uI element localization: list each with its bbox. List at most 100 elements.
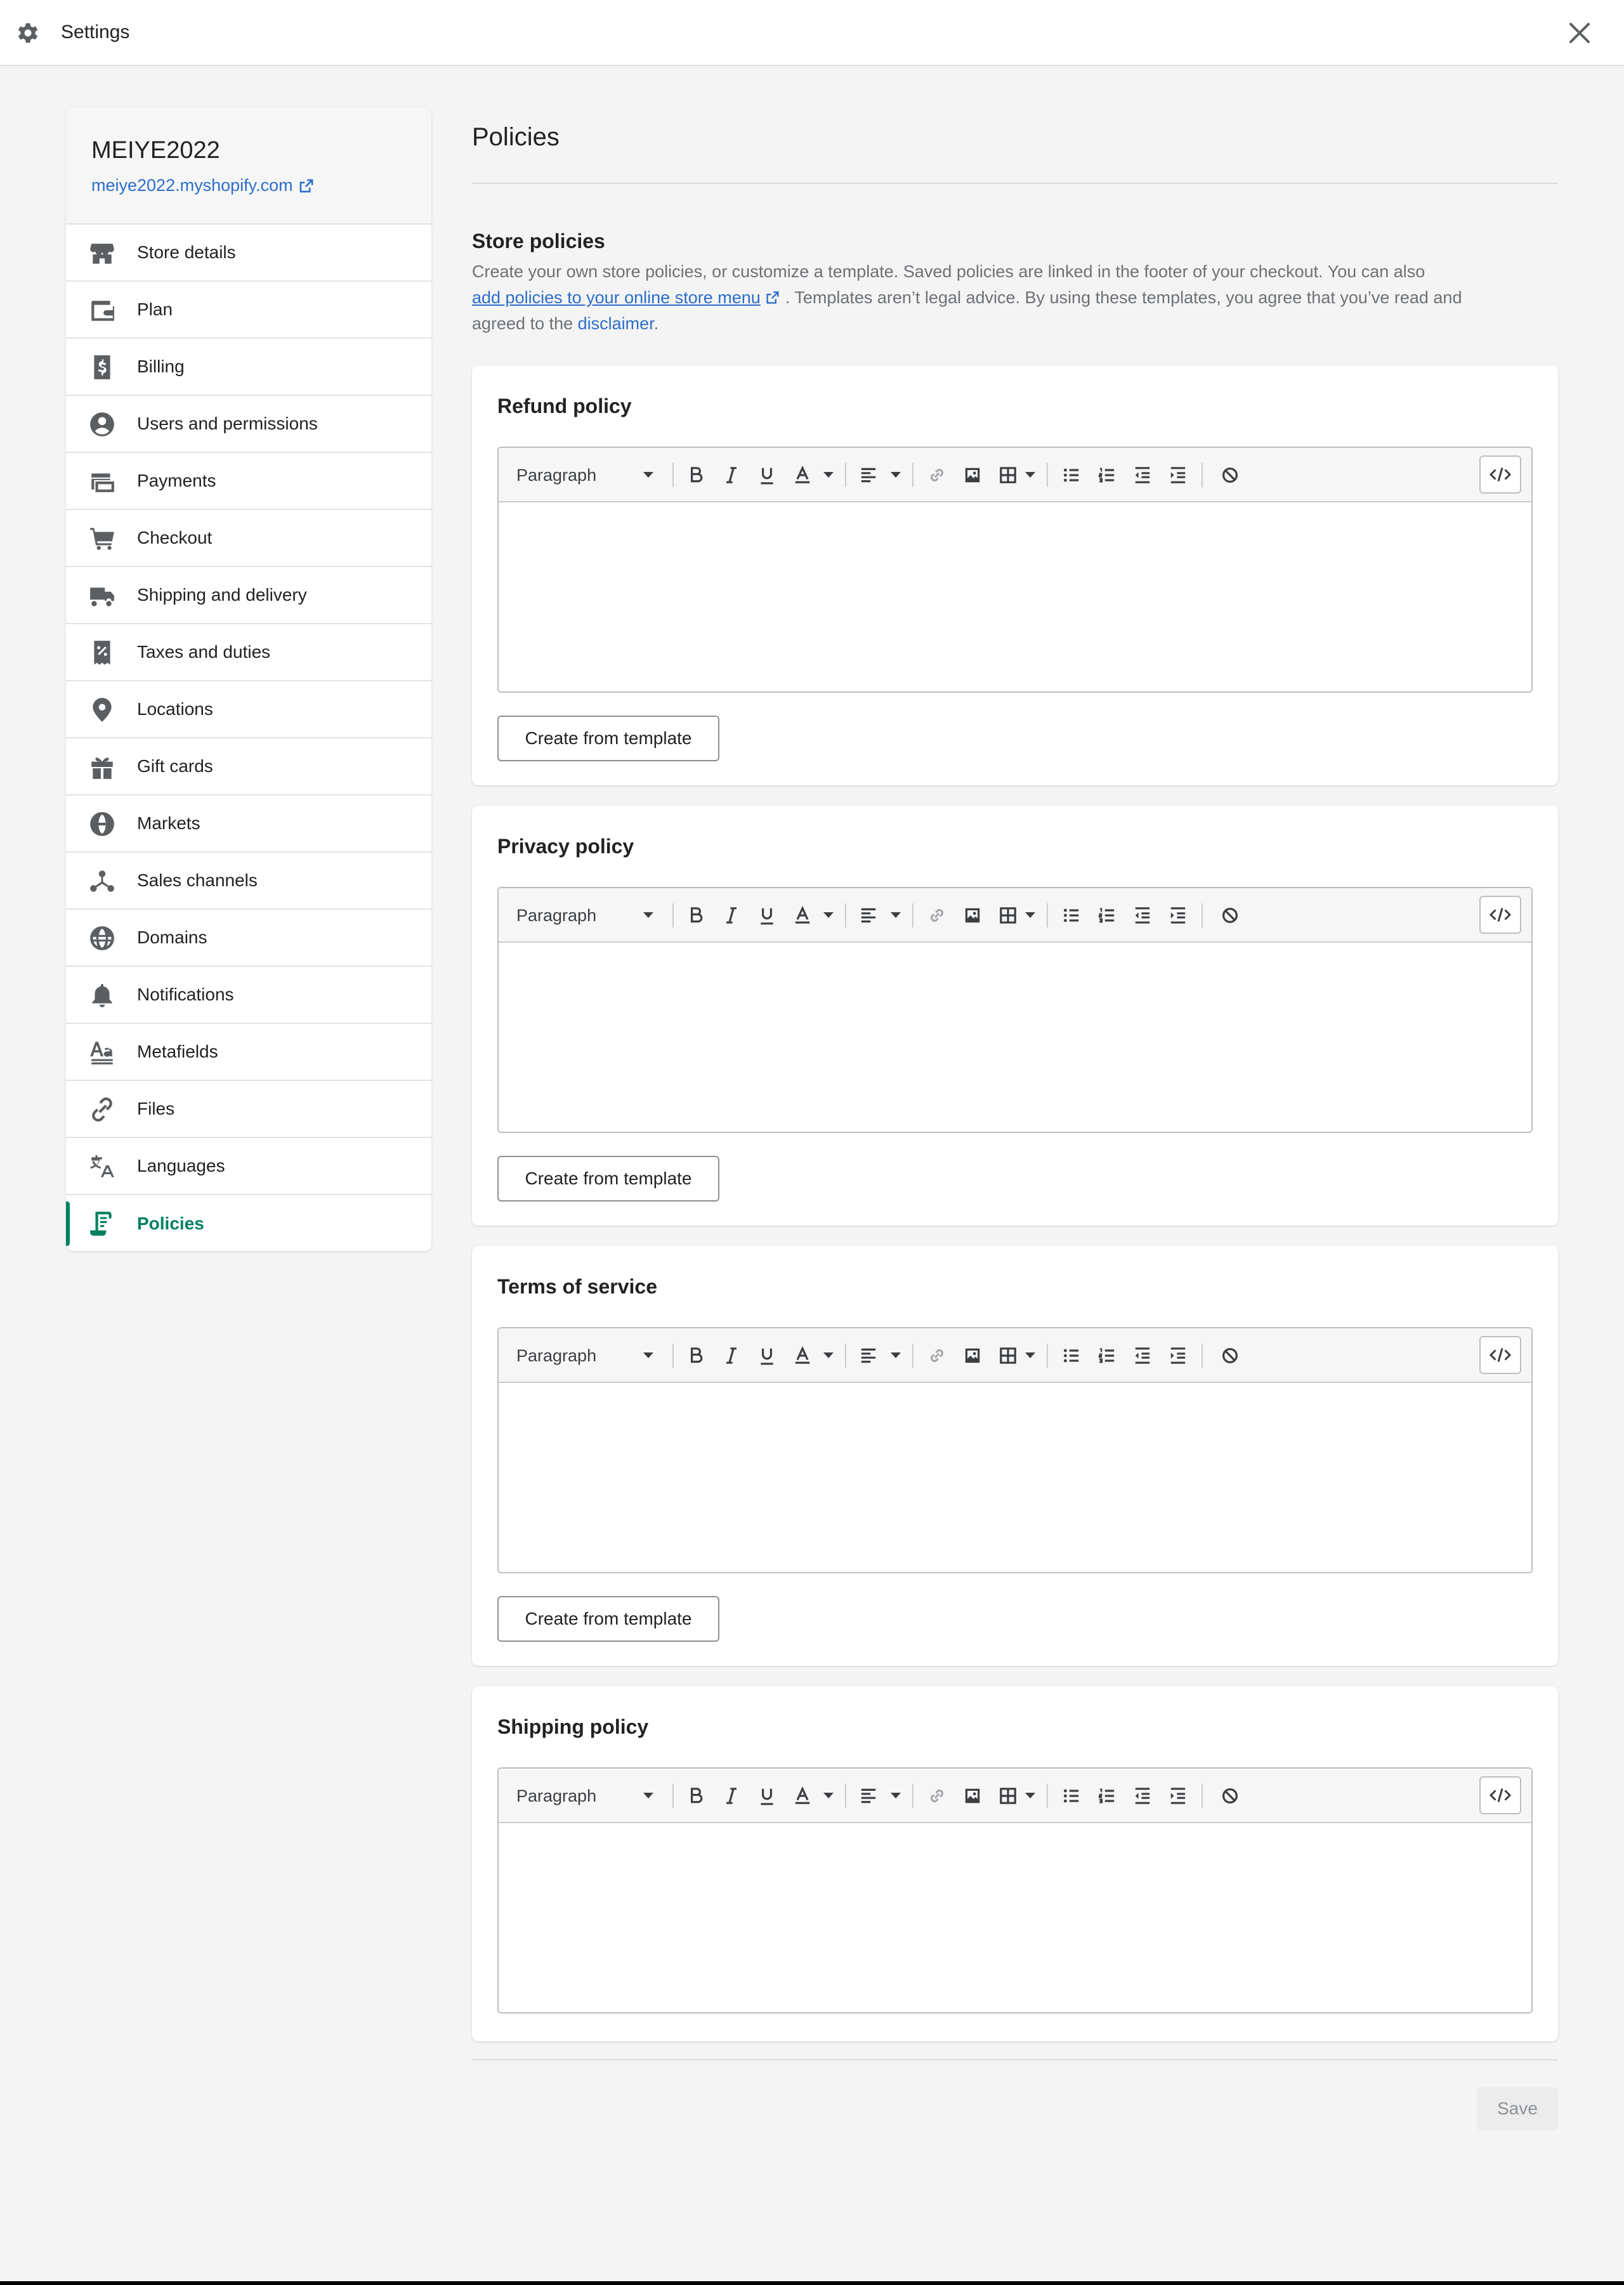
create-from-template-button[interactable]: Create from template — [497, 716, 719, 761]
disclaimer-link[interactable]: disclaimer — [578, 314, 654, 333]
bullet-list-icon[interactable] — [1057, 1341, 1086, 1370]
underline-icon[interactable] — [752, 1781, 782, 1810]
indent-icon[interactable] — [1163, 1781, 1193, 1810]
bold-icon[interactable] — [681, 901, 710, 930]
image-icon[interactable] — [958, 1781, 987, 1810]
sidebar-item-payments[interactable]: Payments — [66, 453, 431, 510]
numbered-list-icon[interactable] — [1092, 1341, 1122, 1370]
chevron-down-icon[interactable] — [1025, 1352, 1035, 1358]
italic-icon[interactable] — [717, 1341, 746, 1370]
editor-content[interactable] — [499, 1383, 1531, 1572]
table-icon[interactable] — [993, 461, 1023, 490]
chevron-down-icon[interactable] — [1025, 472, 1035, 478]
chevron-down-icon[interactable] — [643, 1352, 653, 1358]
table-icon[interactable] — [993, 1341, 1023, 1370]
sidebar-item-users[interactable]: Users and permissions — [66, 396, 431, 453]
sidebar-item-plan[interactable]: Plan — [66, 282, 431, 339]
bold-icon[interactable] — [681, 1341, 710, 1370]
image-icon[interactable] — [958, 461, 987, 490]
numbered-list-icon[interactable] — [1092, 461, 1122, 490]
chevron-down-icon[interactable] — [891, 912, 901, 918]
link-icon[interactable] — [922, 1781, 952, 1810]
sidebar-item-billing[interactable]: Billing — [66, 339, 431, 396]
paragraph-format-select[interactable]: Paragraph — [516, 906, 596, 926]
text-color-icon[interactable] — [788, 901, 817, 930]
italic-icon[interactable] — [717, 901, 746, 930]
text-color-icon[interactable] — [788, 1781, 817, 1810]
paragraph-format-select[interactable]: Paragraph — [516, 1786, 596, 1806]
online-store-menu-link[interactable]: add policies to your online store menu — [472, 288, 761, 307]
save-button[interactable]: Save — [1477, 2087, 1558, 2130]
sidebar-item-store-details[interactable]: Store details — [66, 225, 431, 282]
indent-icon[interactable] — [1163, 901, 1193, 930]
sidebar-item-checkout[interactable]: Checkout — [66, 510, 431, 567]
italic-icon[interactable] — [717, 1781, 746, 1810]
create-from-template-button[interactable]: Create from template — [497, 1156, 719, 1201]
link-icon[interactable] — [922, 901, 952, 930]
underline-icon[interactable] — [752, 1341, 782, 1370]
underline-icon[interactable] — [752, 901, 782, 930]
paragraph-format-select[interactable]: Paragraph — [516, 1346, 596, 1366]
paragraph-format-select[interactable]: Paragraph — [516, 466, 596, 485]
indent-icon[interactable] — [1163, 1341, 1193, 1370]
outdent-icon[interactable] — [1128, 1341, 1157, 1370]
chevron-down-icon[interactable] — [823, 1352, 834, 1358]
align-left-icon[interactable] — [854, 1781, 883, 1810]
sidebar-item-markets[interactable]: Markets — [66, 795, 431, 853]
sidebar-item-policies[interactable]: Policies — [66, 1195, 431, 1251]
chevron-down-icon[interactable] — [823, 912, 834, 918]
store-url-link[interactable]: meiye2022.myshopify.com — [91, 176, 406, 195]
image-icon[interactable] — [958, 1341, 987, 1370]
editor-content[interactable] — [499, 502, 1531, 691]
editor-content[interactable] — [499, 943, 1531, 1132]
sidebar-item-languages[interactable]: Languages — [66, 1138, 431, 1195]
chevron-down-icon[interactable] — [891, 1352, 901, 1358]
align-left-icon[interactable] — [854, 461, 883, 490]
sidebar-item-notifications[interactable]: Notifications — [66, 967, 431, 1024]
text-color-icon[interactable] — [788, 461, 817, 490]
chevron-down-icon[interactable] — [891, 1793, 901, 1798]
link-icon[interactable] — [922, 1341, 952, 1370]
sidebar-item-sales-channels[interactable]: Sales channels — [66, 853, 431, 910]
sidebar-item-metafields[interactable]: Metafields — [66, 1024, 431, 1081]
clear-formatting-icon[interactable] — [1215, 901, 1245, 930]
html-code-icon[interactable] — [1479, 1336, 1521, 1374]
sidebar-item-gift-cards[interactable]: Gift cards — [66, 738, 431, 795]
table-icon[interactable] — [993, 901, 1023, 930]
close-icon[interactable] — [1567, 20, 1592, 46]
store-url-text[interactable]: meiye2022.myshopify.com — [91, 176, 293, 195]
bold-icon[interactable] — [681, 1781, 710, 1810]
outdent-icon[interactable] — [1128, 1781, 1157, 1810]
html-code-icon[interactable] — [1479, 896, 1521, 934]
link-icon[interactable] — [922, 461, 952, 490]
chevron-down-icon[interactable] — [891, 472, 901, 478]
chevron-down-icon[interactable] — [643, 1793, 653, 1798]
chevron-down-icon[interactable] — [823, 472, 834, 478]
chevron-down-icon[interactable] — [823, 1793, 834, 1798]
html-code-icon[interactable] — [1479, 1776, 1521, 1814]
chevron-down-icon[interactable] — [643, 912, 653, 918]
bullet-list-icon[interactable] — [1057, 901, 1086, 930]
numbered-list-icon[interactable] — [1092, 901, 1122, 930]
indent-icon[interactable] — [1163, 461, 1193, 490]
clear-formatting-icon[interactable] — [1215, 461, 1245, 490]
create-from-template-button[interactable]: Create from template — [497, 1596, 719, 1642]
align-left-icon[interactable] — [854, 1341, 883, 1370]
table-icon[interactable] — [993, 1781, 1023, 1810]
text-color-icon[interactable] — [788, 1341, 817, 1370]
bullet-list-icon[interactable] — [1057, 461, 1086, 490]
sidebar-item-shipping[interactable]: Shipping and delivery — [66, 567, 431, 624]
clear-formatting-icon[interactable] — [1215, 1781, 1245, 1810]
align-left-icon[interactable] — [854, 901, 883, 930]
numbered-list-icon[interactable] — [1092, 1781, 1122, 1810]
editor-content[interactable] — [499, 1823, 1531, 2012]
chevron-down-icon[interactable] — [1025, 1793, 1035, 1798]
chevron-down-icon[interactable] — [643, 472, 653, 478]
chevron-down-icon[interactable] — [1025, 912, 1035, 918]
italic-icon[interactable] — [717, 461, 746, 490]
sidebar-item-taxes[interactable]: Taxes and duties — [66, 624, 431, 681]
outdent-icon[interactable] — [1128, 461, 1157, 490]
image-icon[interactable] — [958, 901, 987, 930]
clear-formatting-icon[interactable] — [1215, 1341, 1245, 1370]
bullet-list-icon[interactable] — [1057, 1781, 1086, 1810]
